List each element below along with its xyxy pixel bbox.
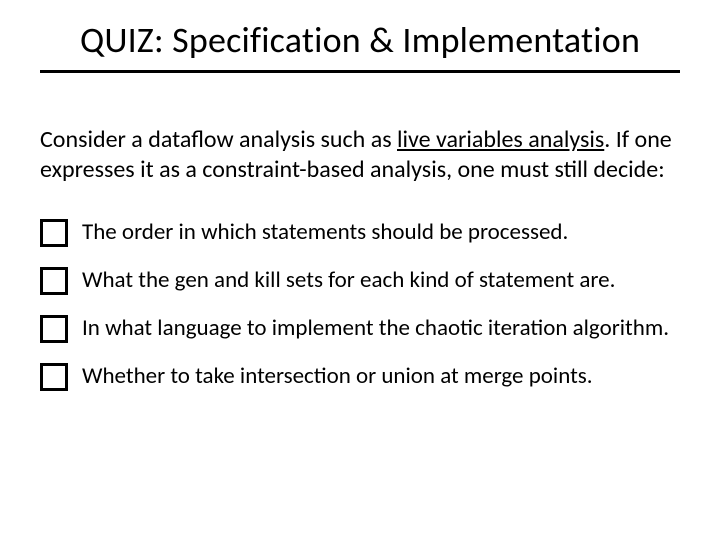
- options-list: The order in which statements should be …: [38, 219, 682, 391]
- checkbox-icon[interactable]: [40, 267, 68, 295]
- option-label: In what language to implement the chaoti…: [82, 315, 669, 343]
- page-title: QUIZ: Specification & Implementation: [38, 18, 682, 68]
- option-label: Whether to take intersection or union at…: [82, 363, 593, 391]
- option-row: Whether to take intersection or union at…: [38, 363, 682, 391]
- title-divider: [40, 70, 680, 73]
- question-prompt: Consider a dataflow analysis such as liv…: [38, 125, 682, 185]
- checkbox-icon[interactable]: [40, 363, 68, 391]
- prompt-underlined: live variables analysis: [397, 125, 604, 154]
- option-label: The order in which statements should be …: [82, 219, 568, 247]
- option-row: In what language to implement the chaoti…: [38, 315, 682, 343]
- option-row: The order in which statements should be …: [38, 219, 682, 247]
- prompt-pre: Consider a dataflow analysis such as: [40, 125, 397, 154]
- checkbox-icon[interactable]: [40, 219, 68, 247]
- option-row: What the gen and kill sets for each kind…: [38, 267, 682, 295]
- slide: QUIZ: Specification & Implementation Con…: [0, 0, 720, 391]
- checkbox-icon[interactable]: [40, 315, 68, 343]
- option-label: What the gen and kill sets for each kind…: [82, 267, 615, 295]
